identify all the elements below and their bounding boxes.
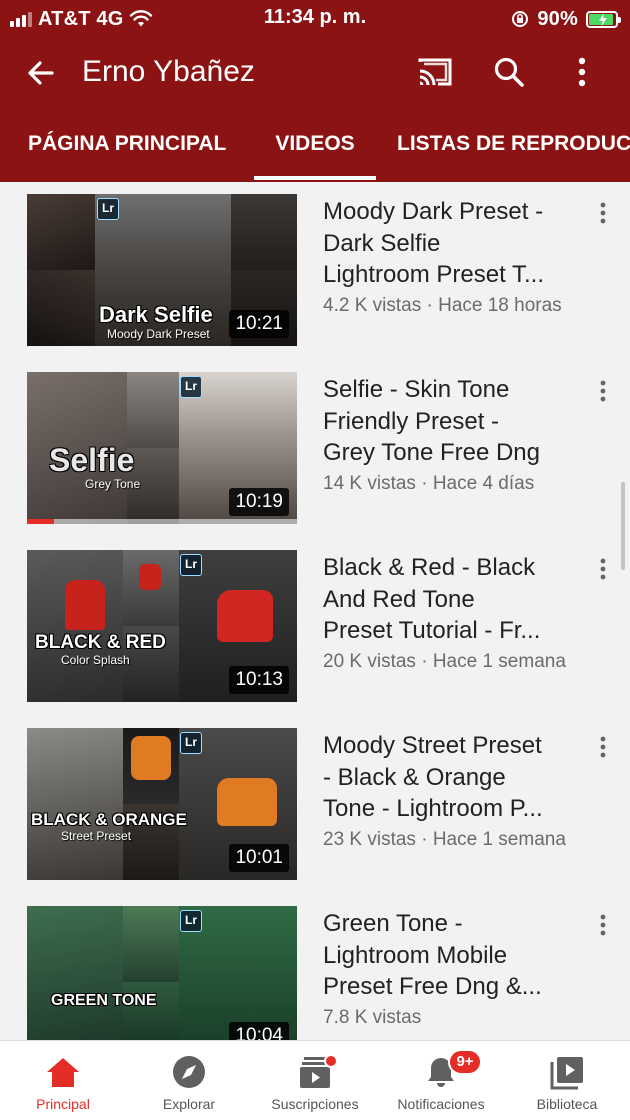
thumbnail-title: Dark Selfie	[99, 302, 213, 327]
video-thumbnail[interactable]: Lr BLACK & ORANGE Street Preset 10:01	[27, 728, 297, 880]
tab-selected-indicator	[254, 176, 376, 180]
tab-home[interactable]: PÁGINA PRINCIPAL	[28, 108, 226, 182]
nav-label: Notificaciones	[397, 1096, 485, 1112]
more-vert-icon[interactable]	[596, 556, 610, 582]
nav-library[interactable]: Biblioteca	[504, 1041, 630, 1120]
battery-icon	[586, 10, 621, 28]
thumbnail-title: BLACK & RED	[35, 632, 166, 653]
video-title[interactable]: Black & Red - Black And Red Tone Preset …	[323, 552, 593, 647]
orientation-lock-icon	[512, 11, 529, 27]
library-icon	[550, 1057, 583, 1090]
nav-label: Principal	[36, 1096, 90, 1112]
video-meta: 7.8 K vistas	[323, 1007, 422, 1028]
thumbnail-title: BLACK & ORANGE	[31, 810, 187, 829]
video-thumbnail[interactable]: Lr GREEN TONE 10:04	[27, 906, 297, 1040]
search-icon[interactable]	[490, 53, 528, 91]
channel-title: Erno Ybañez	[82, 55, 255, 88]
video-title[interactable]: Moody Street Preset - Black & Orange Ton…	[323, 730, 593, 825]
watch-progress-track	[27, 519, 297, 524]
video-thumbnail[interactable]: Lr BLACK & RED Color Splash 10:13	[27, 550, 297, 702]
video-thumbnail[interactable]: Lr Dark Selfie Moody Dark Preset 10:21	[27, 194, 297, 346]
video-duration: 10:21	[229, 310, 289, 338]
nav-home[interactable]: Principal	[0, 1041, 126, 1120]
video-meta: 20 K vistas · Hace 1 semana	[323, 651, 566, 672]
status-right: 90%	[511, 6, 621, 32]
nav-explore[interactable]: Explorar	[126, 1041, 252, 1120]
status-bar: AT&T 4G 11:34 p. m. 90%	[0, 0, 630, 38]
nav-label: Suscripciones	[271, 1096, 359, 1112]
video-title[interactable]: Green Tone - Lightroom Mobile Preset Fre…	[323, 908, 593, 1003]
video-duration: 10:13	[229, 666, 289, 694]
channel-tabs: PÁGINA PRINCIPAL VIDEOS LISTAS DE REPROD…	[0, 108, 630, 182]
thumbnail-subtitle: Grey Tone	[85, 477, 141, 491]
more-vert-icon[interactable]	[596, 378, 610, 404]
bottom-navigation: Principal Explorar Suscripciones 9+ Noti…	[0, 1040, 630, 1120]
notification-badge: 9+	[448, 1049, 482, 1075]
cast-icon[interactable]	[414, 53, 456, 91]
thumbnail-title: Selfie	[49, 442, 135, 478]
nav-label: Explorar	[162, 1096, 216, 1112]
video-item[interactable]: Lr GREEN TONE 10:04 Green Tone - Lightro…	[0, 894, 630, 1040]
nav-label: Biblioteca	[536, 1096, 598, 1112]
video-title[interactable]: Moody Dark Preset - Dark Selfie Lightroo…	[323, 196, 593, 291]
thumbnail-subtitle: Color Splash	[61, 653, 130, 667]
nav-notifications[interactable]: 9+ Notificaciones	[378, 1041, 504, 1120]
more-vert-icon[interactable]	[596, 734, 610, 760]
video-duration: 10:04	[229, 1022, 289, 1040]
video-thumbnail[interactable]: Lr Selfie Grey Tone 10:19	[27, 372, 297, 524]
video-title[interactable]: Selfie - Skin Tone Friendly Preset - Gre…	[323, 374, 593, 469]
thumbnail-subtitle: Moody Dark Preset	[107, 327, 210, 341]
home-icon	[47, 1058, 79, 1087]
video-item[interactable]: Lr Dark Selfie Moody Dark Preset 10:21 M…	[0, 182, 630, 352]
new-content-dot	[324, 1054, 338, 1068]
video-item[interactable]: Lr Selfie Grey Tone 10:19 Selfie - Skin …	[0, 360, 630, 530]
more-vert-icon[interactable]	[570, 53, 594, 91]
tab-playlists[interactable]: LISTAS DE REPRODUC	[397, 108, 630, 182]
lightroom-badge: Lr	[180, 732, 202, 754]
battery-percent: 90%	[537, 7, 578, 30]
video-item[interactable]: Lr BLACK & RED Color Splash 10:13 Black …	[0, 538, 630, 708]
video-duration: 10:01	[229, 844, 289, 872]
lightroom-badge: Lr	[180, 554, 202, 576]
lightroom-badge: Lr	[180, 910, 202, 932]
tab-videos[interactable]: VIDEOS	[254, 108, 376, 182]
video-meta: 14 K vistas · Hace 4 días	[323, 473, 535, 494]
lightroom-badge: Lr	[180, 376, 202, 398]
back-arrow-icon[interactable]	[22, 54, 60, 92]
more-vert-icon[interactable]	[596, 200, 610, 226]
video-meta: 4.2 K vistas · Hace 18 horas	[323, 295, 562, 316]
app-bar: Erno Ybañez	[0, 38, 630, 108]
thumbnail-subtitle: Street Preset	[61, 829, 132, 843]
compass-icon	[173, 1056, 205, 1088]
scrollbar[interactable]	[621, 482, 625, 570]
video-meta: 23 K vistas · Hace 1 semana	[323, 829, 566, 850]
video-duration: 10:19	[229, 488, 289, 516]
nav-subscriptions[interactable]: Suscripciones	[252, 1041, 378, 1120]
video-item[interactable]: Lr BLACK & ORANGE Street Preset 10:01 Mo…	[0, 716, 630, 886]
video-list[interactable]: Lr Dark Selfie Moody Dark Preset 10:21 M…	[0, 182, 630, 1040]
more-vert-icon[interactable]	[596, 912, 610, 938]
watch-progress	[27, 519, 54, 524]
lightroom-badge: Lr	[97, 198, 119, 220]
thumbnail-title: GREEN TONE	[51, 992, 157, 1009]
